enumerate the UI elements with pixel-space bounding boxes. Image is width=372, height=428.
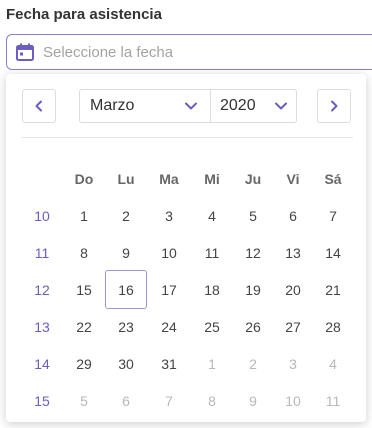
day-cell-today[interactable]: 16 (105, 270, 147, 309)
weekday-label: Ma (159, 170, 179, 187)
day-cell[interactable]: 15 (66, 271, 102, 308)
month-select[interactable]: Marzo (79, 89, 211, 123)
weekday-label: Sá (324, 170, 342, 187)
year-value: 2020 (220, 97, 256, 114)
day-cell[interactable]: 9 (108, 234, 144, 271)
next-month-button[interactable] (317, 89, 351, 123)
day-cell[interactable]: 7 (315, 197, 351, 234)
day-cell[interactable]: 10 (151, 234, 187, 271)
prev-month-button[interactable] (22, 89, 56, 123)
day-cell[interactable]: 3 (151, 197, 187, 234)
chevron-left-icon (33, 100, 45, 112)
weekday-label: Do (74, 170, 94, 187)
day-cell-next-month[interactable]: 8 (194, 382, 230, 419)
day-cell-next-month[interactable]: 5 (66, 382, 102, 419)
day-cell[interactable]: 18 (194, 271, 230, 308)
divider (22, 137, 353, 138)
day-cell[interactable]: 29 (66, 345, 102, 382)
year-select[interactable]: 2020 (210, 89, 297, 123)
day-cell[interactable]: 13 (275, 234, 311, 271)
day-cell[interactable]: 28 (315, 308, 351, 345)
day-cell[interactable]: 24 (151, 308, 187, 345)
date-field[interactable] (6, 34, 372, 70)
week-number: 14 (34, 355, 50, 372)
chevron-down-icon (184, 99, 198, 113)
day-cell-next-month[interactable]: 1 (194, 345, 230, 382)
day-cell-next-month[interactable]: 4 (315, 345, 351, 382)
day-cell[interactable]: 30 (108, 345, 144, 382)
day-cell[interactable]: 2 (108, 197, 144, 234)
day-cell[interactable]: 5 (235, 197, 271, 234)
day-cell-next-month[interactable]: 2 (235, 345, 271, 382)
day-cell[interactable]: 23 (108, 308, 144, 345)
day-cell[interactable]: 6 (275, 197, 311, 234)
day-cell[interactable]: 8 (66, 234, 102, 271)
chevron-right-icon (328, 100, 340, 112)
day-cell[interactable]: 26 (235, 308, 271, 345)
field-label: Fecha para asistencia (6, 6, 162, 23)
day-cell[interactable]: 4 (194, 197, 230, 234)
day-cell[interactable]: 31 (151, 345, 187, 382)
day-cell[interactable]: 25 (194, 308, 230, 345)
weekday-label: Lu (117, 170, 135, 187)
day-cell-next-month[interactable]: 10 (275, 382, 311, 419)
week-number: 10 (34, 207, 50, 224)
day-cell[interactable]: 20 (275, 271, 311, 308)
day-cell[interactable]: 19 (235, 271, 271, 308)
day-cell-next-month[interactable]: 3 (275, 345, 311, 382)
week-number: 15 (34, 392, 50, 409)
day-cell[interactable]: 22 (66, 308, 102, 345)
chevron-down-icon (274, 99, 288, 113)
calendar-icon[interactable] (15, 42, 35, 62)
day-cell[interactable]: 14 (315, 234, 351, 271)
weekday-label: Vi (286, 170, 300, 187)
day-cell[interactable]: 17 (151, 271, 187, 308)
week-number: 13 (34, 318, 50, 335)
date-input[interactable] (43, 43, 343, 61)
week-number: 11 (34, 244, 50, 261)
day-cell-next-month[interactable]: 9 (235, 382, 271, 419)
day-cell[interactable]: 11 (194, 234, 230, 271)
day-cell[interactable]: 12 (235, 234, 271, 271)
day-cell[interactable]: 1 (66, 197, 102, 234)
day-cell-next-month[interactable]: 11 (315, 382, 351, 419)
week-number: 12 (34, 281, 50, 298)
month-value: Marzo (90, 97, 135, 114)
weekday-label: Ju (244, 170, 262, 187)
day-cell-next-month[interactable]: 7 (151, 382, 187, 419)
day-cell[interactable]: 21 (315, 271, 351, 308)
weekday-label: Mi (204, 170, 220, 187)
datepicker-popup: Marzo 2020 Do Lu Ma Mi Ju Vi Sá 10 1 2 3… (6, 74, 366, 422)
day-cell-next-month[interactable]: 6 (108, 382, 144, 419)
day-cell[interactable]: 27 (275, 308, 311, 345)
